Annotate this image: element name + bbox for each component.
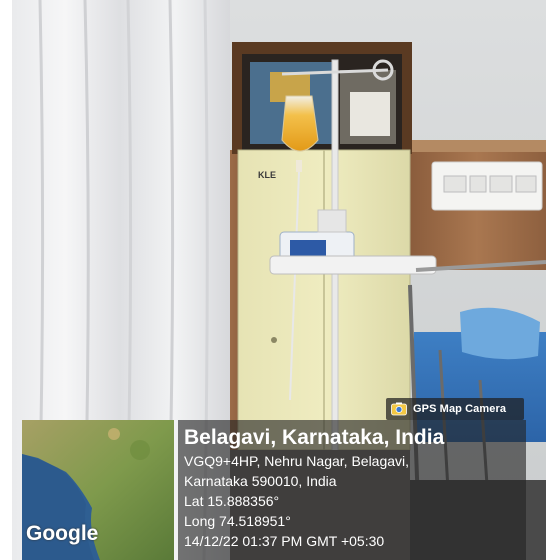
map-camera-icon (391, 402, 407, 416)
gps-map-camera-badge: GPS Map Camera (386, 398, 524, 420)
latitude-readout: Lat 15.888356° (184, 493, 280, 509)
address-line-1: VGQ9+4HP, Nehru Nagar, Belagavi, (184, 453, 410, 469)
location-title: Belagavi, Karnataka, India (184, 426, 445, 449)
google-map-attribution: Google (26, 522, 99, 545)
cabinet-logo: KLE (258, 170, 276, 180)
longitude-readout: Long 74.518951° (184, 513, 291, 529)
gps-badge-label: GPS Map Camera (413, 403, 507, 415)
address-line-2: Karnataka 590010, India (184, 473, 337, 489)
location-info-panel: Belagavi, Karnataka, India VGQ9+4HP, Neh… (178, 420, 526, 560)
timestamp-readout: 14/12/22 01:37 PM GMT +05:30 (184, 533, 385, 549)
